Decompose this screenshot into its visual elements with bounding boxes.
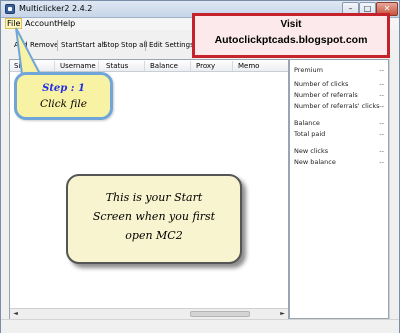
stat-label-referrals-clicks: Number of referrals' clicks bbox=[294, 102, 380, 110]
stat-label-clicks: Number of clicks bbox=[294, 80, 349, 88]
add-button[interactable]: Add bbox=[14, 41, 28, 49]
scroll-left-icon[interactable]: ◄ bbox=[11, 310, 20, 318]
menu-help[interactable]: Help bbox=[57, 19, 75, 28]
step-callout: Step : 1 Click file bbox=[14, 72, 113, 120]
stat-value-balance: -- bbox=[379, 119, 384, 127]
stat-label-balance: Balance bbox=[294, 119, 320, 127]
stop-button[interactable]: Stop bbox=[103, 41, 119, 49]
column-separator bbox=[144, 61, 145, 71]
start-screen-callout: This is your Start Screen when you first… bbox=[66, 174, 242, 264]
stat-value-referrals: -- bbox=[379, 91, 384, 99]
menu-file[interactable]: File bbox=[4, 18, 23, 29]
start-screen-line-3: open MC2 bbox=[125, 229, 183, 242]
grid-header: Site Username Status Balance Proxy Memo bbox=[10, 60, 288, 72]
stat-label-total-paid: Total paid bbox=[294, 130, 326, 138]
column-separator bbox=[232, 61, 233, 71]
stop-all-button[interactable]: Stop all bbox=[121, 41, 147, 49]
start-all-button[interactable]: Start all bbox=[78, 41, 106, 49]
stat-label-new-clicks: New clicks bbox=[294, 147, 329, 155]
visit-title: Visit bbox=[280, 19, 302, 30]
stat-value-clicks: -- bbox=[379, 80, 384, 88]
start-screen-text: This is your Start Screen when you first… bbox=[74, 188, 234, 245]
start-screen-line-2: Screen when you first bbox=[92, 210, 216, 223]
edit-button[interactable]: Edit bbox=[149, 41, 163, 49]
status-bar bbox=[1, 319, 399, 333]
stat-label-premium: Premium bbox=[294, 66, 323, 74]
start-button[interactable]: Start bbox=[61, 41, 78, 49]
stat-label-new-balance: New balance bbox=[294, 158, 336, 166]
app-icon bbox=[5, 4, 15, 14]
column-separator bbox=[190, 61, 191, 71]
vertical-scrollbar[interactable] bbox=[389, 59, 398, 319]
window-title: Multiclicker2 2.4.2 bbox=[19, 4, 93, 13]
visit-site-link[interactable]: Autoclickptcads.blogspot.com bbox=[195, 34, 387, 46]
remove-button[interactable]: Remove bbox=[30, 41, 58, 49]
step-text: Click file bbox=[40, 98, 87, 110]
stat-value-premium: -- bbox=[379, 66, 384, 74]
scroll-right-icon[interactable]: ► bbox=[278, 310, 287, 318]
settings-button[interactable]: Settings bbox=[165, 41, 194, 49]
toolbar-separator bbox=[145, 40, 146, 51]
column-username[interactable]: Username bbox=[60, 62, 96, 70]
column-balance[interactable]: Balance bbox=[150, 62, 178, 70]
menu-account[interactable]: Account bbox=[25, 19, 57, 28]
account-stats-panel: Premium -- Number of clicks -- Number of… bbox=[289, 59, 389, 319]
column-proxy[interactable]: Proxy bbox=[196, 62, 215, 70]
column-status[interactable]: Status bbox=[106, 62, 128, 70]
stat-value-new-clicks: -- bbox=[379, 147, 384, 155]
visit-callout: Visit Autoclickptcads.blogspot.com bbox=[192, 13, 390, 58]
stat-value-new-balance: -- bbox=[379, 158, 384, 166]
stat-value-total-paid: -- bbox=[379, 130, 384, 138]
column-memo[interactable]: Memo bbox=[238, 62, 259, 70]
stat-value-referrals-clicks: -- bbox=[379, 102, 384, 110]
scroll-thumb[interactable] bbox=[190, 311, 250, 317]
column-separator bbox=[98, 61, 99, 71]
column-site[interactable]: Site bbox=[14, 62, 27, 70]
horizontal-scrollbar[interactable]: ◄ ► bbox=[10, 308, 288, 319]
toolbar-separator bbox=[57, 40, 58, 51]
stat-label-referrals: Number of referrals bbox=[294, 91, 358, 99]
start-screen-line-1: This is your Start bbox=[105, 191, 203, 204]
step-title: Step : 1 bbox=[42, 83, 85, 94]
column-separator bbox=[54, 61, 55, 71]
